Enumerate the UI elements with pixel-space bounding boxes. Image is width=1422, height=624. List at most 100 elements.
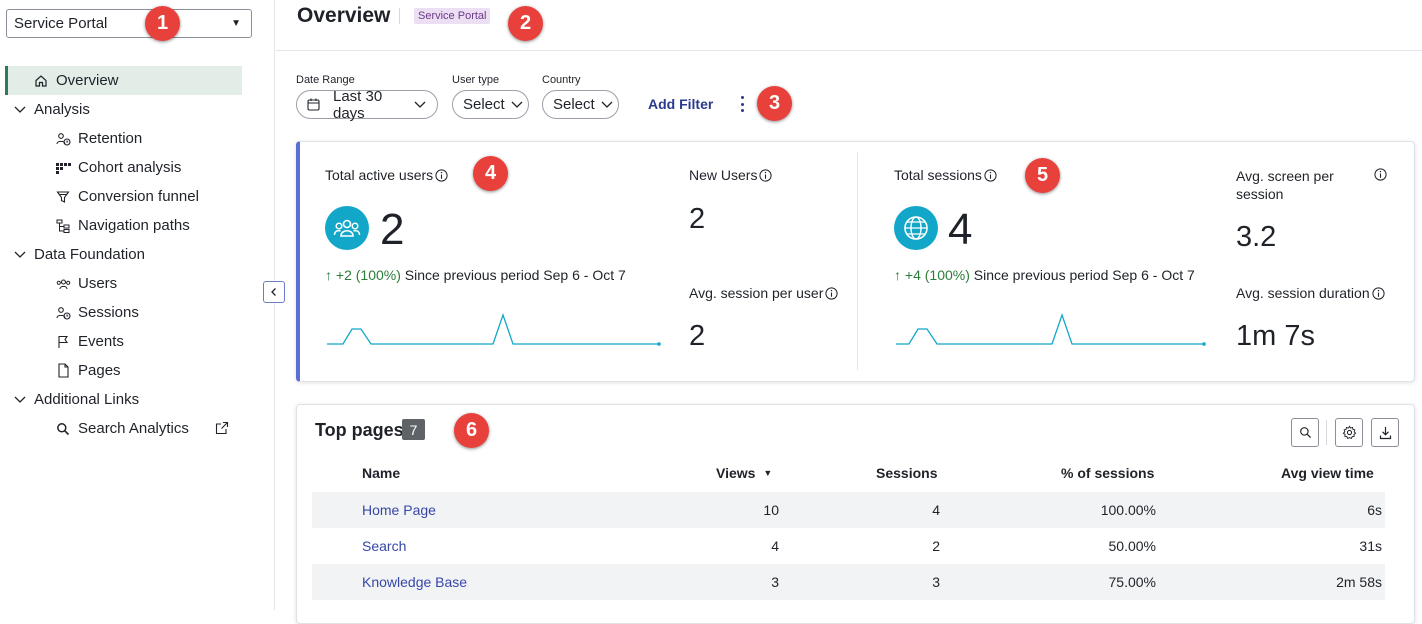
cohort-icon xyxy=(55,160,71,176)
search-button[interactable] xyxy=(1291,418,1319,447)
sidebar-item-navigation-paths[interactable]: Navigation paths xyxy=(0,211,275,240)
metrics-divider xyxy=(857,152,858,370)
sessions-cell: 3 xyxy=(932,574,940,590)
avg-view-time-cell: 6s xyxy=(1367,502,1382,518)
sidebar-item-pages[interactable]: Pages xyxy=(0,356,275,385)
sidebar-item-retention[interactable]: Retention xyxy=(0,124,275,153)
globe-icon xyxy=(894,206,938,250)
chevron-down-icon xyxy=(13,395,29,405)
annotation-marker-6: 6 xyxy=(454,413,489,448)
chevron-left-icon xyxy=(271,288,276,296)
sidebar-item-label: Data Foundation xyxy=(34,246,145,263)
users-sparkline xyxy=(327,313,661,346)
sidebar-item-events[interactable]: Events xyxy=(0,327,275,356)
date-range-label: Date Range xyxy=(296,74,355,86)
users-change: ↑ +2 (100%) Since previous period Sep 6 … xyxy=(325,267,626,283)
table-row[interactable]: Home Page 10 4 100.00% 6s xyxy=(312,492,1385,528)
page-icon xyxy=(55,363,71,379)
arrow-up-icon: ↑ xyxy=(894,267,901,283)
page-name-link[interactable]: Search xyxy=(362,538,406,554)
metric-label-text: Total sessions xyxy=(894,167,982,183)
views-cell: 10 xyxy=(763,502,779,518)
new-users-label: New Users xyxy=(689,167,773,183)
page-title: Overview xyxy=(297,4,391,27)
chevron-down-icon xyxy=(600,100,614,110)
country-value: Select xyxy=(553,96,595,113)
total-active-users-value: 2 xyxy=(380,205,405,254)
sidebar-item-label: Analysis xyxy=(34,101,90,118)
column-header-sessions[interactable]: Sessions xyxy=(876,465,937,481)
portal-selector[interactable]: Service Portal ▼ xyxy=(6,9,252,38)
sidebar-group-data-foundation[interactable]: Data Foundation xyxy=(0,240,275,269)
column-header-label: Views xyxy=(716,465,756,481)
sidebar-item-label: Retention xyxy=(78,130,143,147)
metric-label-text: Avg. session per user xyxy=(689,285,824,301)
sidebar-group-analysis[interactable]: Analysis xyxy=(0,95,275,124)
arrow-up-icon: ↑ xyxy=(325,267,332,283)
info-icon[interactable] xyxy=(759,168,773,182)
metric-label-text: Total active users xyxy=(325,167,434,183)
sidebar-item-users[interactable]: Users xyxy=(0,269,275,298)
table-row[interactable]: Search 4 2 50.00% 31s xyxy=(312,528,1385,564)
sidebar-item-search-analytics[interactable]: Search Analytics xyxy=(0,414,275,443)
sidebar-item-sessions[interactable]: Sessions xyxy=(0,298,275,327)
pct-sessions-cell: 50.00% xyxy=(1108,538,1156,554)
total-sessions-label: Total sessions xyxy=(894,167,997,183)
avg-session-per-user-label: Avg. session per user xyxy=(689,285,838,301)
download-button[interactable] xyxy=(1371,418,1399,447)
more-options-icon[interactable] xyxy=(739,96,745,112)
external-link-icon[interactable] xyxy=(215,421,229,439)
column-header-views[interactable]: Views ▼ xyxy=(716,465,772,481)
collapse-sidebar-button[interactable] xyxy=(263,281,285,303)
users-icon xyxy=(325,206,369,250)
add-filter-button[interactable]: Add Filter xyxy=(648,96,713,112)
column-header-avg-view-time[interactable]: Avg view time xyxy=(1281,465,1374,481)
retention-icon xyxy=(55,131,71,147)
user-type-value: Select xyxy=(463,96,505,113)
page-name-link[interactable]: Home Page xyxy=(362,502,436,518)
total-sessions-value: 4 xyxy=(948,205,973,254)
user-type-select[interactable]: Select xyxy=(452,90,529,119)
sidebar-group-additional-links[interactable]: Additional Links xyxy=(0,385,275,414)
sidebar-item-cohort-analysis[interactable]: Cohort analysis xyxy=(0,153,275,182)
column-header-pct-sessions[interactable]: % of sessions xyxy=(1061,465,1154,481)
sidebar-item-overview[interactable]: Overview xyxy=(5,66,242,95)
info-icon[interactable] xyxy=(825,286,838,300)
sessions-cell: 2 xyxy=(932,538,940,554)
new-users-value: 2 xyxy=(689,203,706,235)
table-row[interactable]: Knowledge Base 3 3 75.00% 2m 58s xyxy=(312,564,1385,600)
sidebar-item-label: Events xyxy=(78,333,124,350)
avg-session-duration-value: 1m 7s xyxy=(1236,320,1315,352)
sessions-change: ↑ +4 (100%) Since previous period Sep 6 … xyxy=(894,267,1195,283)
page-header: Overview Service Portal xyxy=(276,0,1422,51)
info-icon[interactable] xyxy=(1374,168,1387,181)
total-active-users-label: Total active users xyxy=(325,167,448,183)
info-icon[interactable] xyxy=(435,168,448,182)
column-header-name[interactable]: Name xyxy=(362,465,400,481)
pct-sessions-cell: 75.00% xyxy=(1108,574,1156,590)
page-name-link[interactable]: Knowledge Base xyxy=(362,574,467,590)
portal-selector-value: Service Portal xyxy=(14,15,108,32)
sidebar-item-label: Pages xyxy=(78,362,121,379)
gear-icon xyxy=(1342,425,1356,440)
sidebar-item-label: Navigation paths xyxy=(78,217,190,234)
sidebar-item-label: Users xyxy=(78,275,118,292)
chevron-down-icon xyxy=(510,100,524,110)
info-icon[interactable] xyxy=(984,168,997,182)
top-pages-title: Top pages xyxy=(315,420,404,440)
users-change-value: +2 (100%) xyxy=(335,267,401,283)
views-cell: 3 xyxy=(771,574,779,590)
info-icon[interactable] xyxy=(1372,286,1385,300)
sort-desc-icon: ▼ xyxy=(763,468,773,478)
sidebar-nav: Overview Analysis Retention Cohort analy… xyxy=(0,66,275,443)
sidebar-item-label: Overview xyxy=(56,72,119,89)
sessions-change-text: Since previous period Sep 6 - Oct 7 xyxy=(973,267,1195,283)
sidebar-item-conversion-funnel[interactable]: Conversion funnel xyxy=(0,182,275,211)
sidebar-item-label: Cohort analysis xyxy=(78,159,182,176)
date-range-select[interactable]: Last 30 days xyxy=(296,88,438,122)
portal-badge: Service Portal xyxy=(414,8,491,24)
annotation-marker-5: 5 xyxy=(1025,158,1060,193)
settings-button[interactable] xyxy=(1335,418,1363,447)
country-select[interactable]: Select xyxy=(542,90,619,119)
metric-label-text: Avg. session duration xyxy=(1236,285,1370,301)
